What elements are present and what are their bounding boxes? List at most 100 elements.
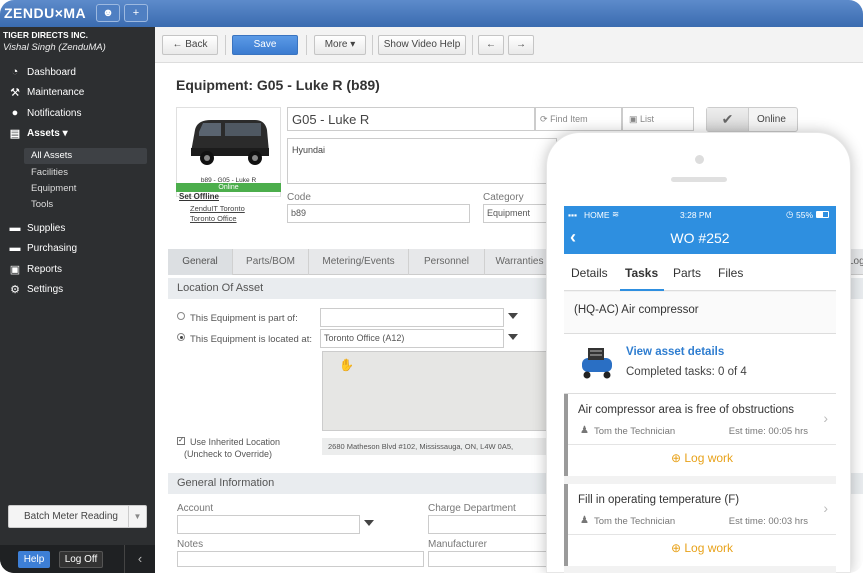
manufacturer-input[interactable]	[428, 551, 553, 567]
user-icon[interactable]: ☻	[96, 4, 120, 22]
code-input[interactable]: b89	[287, 204, 470, 223]
chevron-right-icon[interactable]: ›	[823, 410, 828, 426]
sidebar-subitem-equipment[interactable]: Equipment	[31, 183, 76, 194]
more-button[interactable]: More ▾	[314, 35, 366, 55]
sidebar-item-label: Dashboard	[27, 67, 76, 78]
find-item-button[interactable]: ⟳ Find Item	[535, 107, 622, 131]
description-field[interactable]: Hyundai	[287, 138, 557, 184]
address-text: 2680 Matheson Blvd #102, Mississauga, ON…	[322, 438, 550, 455]
location-link-company[interactable]: ZenduIT Toronto	[190, 204, 245, 213]
location-map[interactable]: ✋	[322, 351, 550, 431]
located-at-radio[interactable]	[177, 333, 185, 341]
mobile-status-bar: ▪▪▪ HOME ≋ 3:28 PM ◷ 55%	[564, 206, 836, 224]
chat-bubble-icon: ●	[11, 107, 19, 119]
task-technician: Tom the Technician	[594, 426, 676, 437]
toolbar-separator	[472, 35, 473, 55]
refresh-icon: ⟳	[540, 114, 548, 124]
add-icon[interactable]: +	[124, 4, 148, 22]
back-button[interactable]: ← Back	[162, 35, 218, 55]
completed-tasks-count: Completed tasks: 0 of 4	[626, 366, 747, 378]
category-select[interactable]: Equipment	[483, 204, 553, 223]
notes-input[interactable]	[177, 551, 424, 567]
task-title: Fill in operating temperature (F)	[578, 494, 740, 506]
sidebar-item-label: Reports	[27, 264, 63, 275]
sidebar-item-notifications[interactable]: ● Notifications	[0, 105, 155, 125]
carrier-label: HOME	[584, 210, 610, 220]
checkmark-icon: ✔	[707, 108, 749, 131]
part-of-input[interactable]	[320, 308, 504, 327]
location-link-office[interactable]: Toronto Office	[190, 214, 237, 223]
account-input[interactable]	[177, 515, 360, 534]
tab-metering-events[interactable]: Metering/Events	[309, 249, 409, 275]
status-badge: Online	[176, 183, 281, 192]
sidebar-item-reports[interactable]: ▣ Reports	[0, 261, 155, 281]
toolbar: ← Back Save More ▾ Show Video Help ← →	[155, 27, 863, 63]
previous-record-button[interactable]: ←	[478, 35, 504, 55]
log-off-button[interactable]: Log Off	[59, 551, 103, 568]
notes-label: Notes	[177, 539, 204, 550]
top-bar: ZENDU×MA ☻ +	[0, 0, 863, 27]
battery-label: 55%	[796, 210, 814, 220]
chevron-right-icon[interactable]: ›	[823, 500, 828, 516]
charge-department-input[interactable]	[428, 515, 553, 534]
tab-warranties[interactable]: Warranties	[485, 249, 555, 275]
help-button[interactable]: Help	[18, 551, 50, 568]
chevron-down-icon[interactable]	[508, 334, 518, 340]
sidebar-item-assets[interactable]: ▤ Assets ▾	[0, 125, 155, 145]
tab-parts-bom[interactable]: Parts/BOM	[233, 249, 309, 275]
task-card[interactable]: Air compressor area is free of obstructi…	[564, 394, 836, 476]
sidebar-item-supplies[interactable]: ▬ Supplies	[0, 220, 155, 240]
tools-icon: ⚒	[10, 87, 20, 99]
view-asset-details-link[interactable]: View asset details	[626, 346, 724, 358]
category-label: Category	[483, 192, 524, 203]
tab-parts[interactable]: Parts	[673, 266, 701, 280]
sidebar-item-dashboard[interactable]: ◔ Dashboard	[0, 64, 155, 84]
sidebar-item-purchasing[interactable]: ▬ Purchasing	[0, 240, 155, 260]
tab-tasks[interactable]: Tasks	[625, 266, 658, 280]
active-tab-indicator	[620, 289, 664, 291]
tab-files[interactable]: Files	[718, 266, 743, 280]
sidebar-subitem-facilities[interactable]: Facilities	[31, 167, 68, 178]
online-toggle[interactable]: ✔ Online	[706, 107, 798, 132]
save-button[interactable]: Save	[232, 35, 298, 55]
inherited-location-label: Use Inherited Location	[190, 437, 281, 447]
sidebar-item-label: Maintenance	[27, 87, 85, 98]
sidebar-subitem-all-assets[interactable]: All Assets	[24, 148, 147, 164]
person-icon: ♟	[580, 515, 589, 526]
code-label: Code	[287, 192, 311, 203]
next-record-button[interactable]: →	[508, 35, 534, 55]
charge-department-label: Charge Department	[428, 503, 516, 514]
gear-icon: ⚙	[10, 284, 20, 296]
part-of-radio[interactable]	[177, 312, 185, 320]
log-work-button[interactable]: ⊕ Log work	[568, 451, 836, 465]
chevron-down-icon[interactable]: ▼	[128, 506, 146, 527]
find-item-label: Find Item	[550, 114, 588, 124]
sidebar-item-maintenance[interactable]: ⚒ Maintenance	[0, 84, 155, 104]
tab-personnel[interactable]: Personnel	[409, 249, 485, 275]
set-offline-link[interactable]: Set Offline	[179, 192, 219, 201]
list-button[interactable]: ▣ List	[622, 107, 694, 131]
person-icon: ♟	[580, 425, 589, 436]
sidebar-item-settings[interactable]: ⚙ Settings	[0, 281, 155, 301]
inherited-location-checkbox[interactable]: ✓	[177, 437, 185, 445]
chart-icon: ▣	[9, 264, 21, 276]
tab-general[interactable]: General	[168, 249, 233, 275]
chevron-down-icon[interactable]	[364, 520, 374, 526]
collapse-sidebar-icon[interactable]: ‹	[124, 545, 155, 573]
batch-meter-reading-button[interactable]: Batch Meter Reading ▼	[8, 505, 147, 528]
mobile-screen: ▪▪▪ HOME ≋ 3:28 PM ◷ 55% ‹ WO #252 Detai…	[564, 206, 836, 573]
tab-details[interactable]: Details	[571, 266, 608, 280]
task-card[interactable]: Fill in operating temperature (F) ♟ Tom …	[564, 484, 836, 566]
sidebar-item-label: Settings	[27, 284, 64, 295]
asset-card[interactable]: View asset details Completed tasks: 0 of…	[564, 334, 836, 394]
chevron-down-icon[interactable]	[508, 313, 518, 319]
asset-name: (HQ-AC) Air compressor	[564, 292, 836, 334]
signal-icon: ▪▪▪	[568, 210, 578, 220]
sidebar-subitem-tools[interactable]: Tools	[31, 199, 53, 210]
log-work-button[interactable]: ⊕ Log work	[568, 541, 836, 555]
show-video-help-button[interactable]: Show Video Help	[378, 35, 466, 55]
page-title: Equipment: G05 - Luke R (b89)	[176, 77, 380, 93]
plus-circle-icon: ⊕	[670, 541, 681, 555]
equipment-name-input[interactable]: G05 - Luke R	[287, 107, 535, 131]
located-at-input[interactable]: Toronto Office (A12)	[320, 329, 504, 348]
